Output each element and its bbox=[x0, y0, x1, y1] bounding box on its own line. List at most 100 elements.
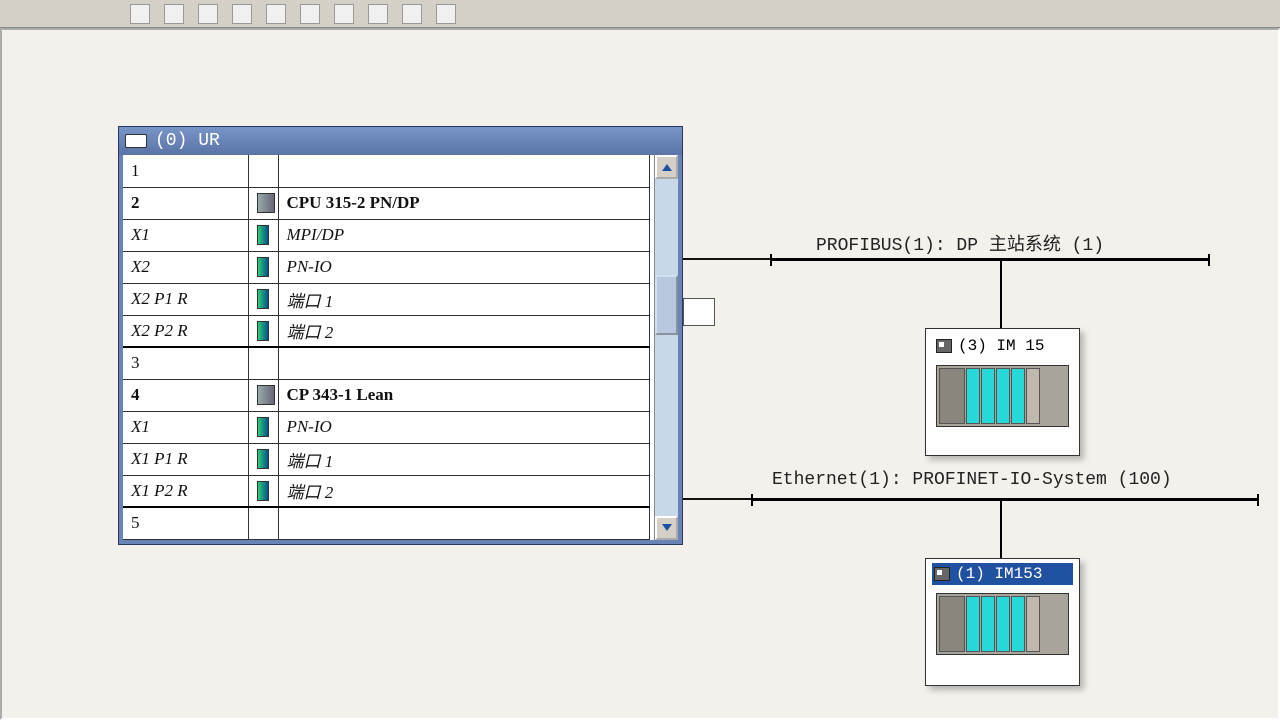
module-name: 端口 2 bbox=[278, 315, 650, 347]
toolbar-icon[interactable] bbox=[130, 4, 150, 24]
module-icon bbox=[257, 449, 269, 469]
chevron-up-icon bbox=[662, 164, 672, 171]
toolbar-icon[interactable] bbox=[198, 4, 218, 24]
device-graphic bbox=[936, 593, 1069, 655]
rack-body: 12CPU 315-2 PN/DPX1MPI/DPX2PN-IOX2 P1 R端… bbox=[119, 155, 682, 544]
module-icon-cell bbox=[248, 443, 278, 475]
module-icon bbox=[257, 225, 269, 245]
toolbar-icon[interactable] bbox=[300, 4, 320, 24]
slot-number: 2 bbox=[123, 187, 248, 219]
rack-row[interactable]: 2 CPU 315-2 PN/DP bbox=[123, 187, 650, 219]
module-name bbox=[278, 347, 650, 379]
module-name: CPU 315-2 PN/DP bbox=[278, 187, 650, 219]
toolbar-icon[interactable] bbox=[266, 4, 286, 24]
rack-row[interactable]: X2 PN-IO bbox=[123, 251, 650, 283]
module-icon-cell bbox=[248, 507, 278, 539]
rack-icon bbox=[125, 134, 147, 148]
toolbar-icon[interactable] bbox=[368, 4, 388, 24]
module-icon bbox=[996, 368, 1010, 424]
slot-number: X2 P1 R bbox=[123, 283, 248, 315]
scroll-up-button[interactable] bbox=[655, 155, 678, 179]
top-toolbar bbox=[0, 0, 1280, 28]
module-icon-cell bbox=[248, 219, 278, 251]
module-icon-cell bbox=[248, 347, 278, 379]
module-icon bbox=[1026, 368, 1040, 424]
rack-table[interactable]: 12CPU 315-2 PN/DPX1MPI/DPX2PN-IOX2 P1 R端… bbox=[123, 155, 650, 540]
module-icon bbox=[1011, 596, 1025, 652]
rack-row[interactable]: X1PN-IO bbox=[123, 411, 650, 443]
module-icon-cell bbox=[248, 379, 278, 411]
module-icon bbox=[257, 193, 275, 213]
device-im153[interactable]: (1) IM153 bbox=[925, 558, 1080, 686]
ethernet-label: Ethernet(1): PROFINET-IO-System (100) bbox=[772, 470, 1172, 490]
slot-number: 4 bbox=[123, 379, 248, 411]
profibus-connector-line bbox=[683, 258, 770, 260]
module-icon bbox=[257, 289, 269, 309]
device-graphic bbox=[936, 365, 1069, 427]
module-icon-cell bbox=[248, 251, 278, 283]
module-icon bbox=[939, 368, 965, 424]
ethernet-drop-line bbox=[1000, 501, 1002, 559]
module-icon bbox=[257, 257, 269, 277]
ethernet-connector-line bbox=[683, 498, 751, 500]
device-title: (3) IM 15 bbox=[936, 337, 1069, 355]
module-icon-cell bbox=[248, 315, 278, 347]
rack-scrollbar[interactable] bbox=[654, 155, 678, 540]
toolbar-icon[interactable] bbox=[402, 4, 422, 24]
module-icon bbox=[257, 481, 269, 501]
rack-titlebar[interactable]: (0) UR bbox=[119, 127, 682, 155]
profibus-drop-line bbox=[1000, 261, 1002, 329]
slot-number: X2 bbox=[123, 251, 248, 283]
module-name bbox=[278, 155, 650, 187]
module-icon-cell bbox=[248, 155, 278, 187]
module-icon bbox=[966, 596, 980, 652]
rack-window[interactable]: (0) UR 12CPU 315-2 PN/DPX1MPI/DPX2PN-IOX… bbox=[118, 126, 683, 545]
rack-row[interactable]: X1 P2 R端口 2 bbox=[123, 475, 650, 507]
module-name: PN-IO bbox=[278, 251, 650, 283]
module-icon bbox=[257, 321, 269, 341]
scroll-thumb[interactable] bbox=[655, 275, 678, 335]
slot-number: 1 bbox=[123, 155, 248, 187]
module-name: 端口 1 bbox=[278, 443, 650, 475]
toolbar-icon[interactable] bbox=[334, 4, 354, 24]
module-icon-cell bbox=[248, 283, 278, 315]
rack-row[interactable]: 3 bbox=[123, 347, 650, 379]
connector-box[interactable] bbox=[683, 298, 715, 326]
slot-number: 3 bbox=[123, 347, 248, 379]
module-icon bbox=[981, 596, 995, 652]
module-icon-cell bbox=[248, 411, 278, 443]
module-icon bbox=[257, 417, 269, 437]
toolbar-icon[interactable] bbox=[232, 4, 252, 24]
module-icon-cell bbox=[248, 475, 278, 507]
hw-config-canvas[interactable]: (0) UR 12CPU 315-2 PN/DPX1MPI/DPX2PN-IOX… bbox=[0, 28, 1280, 720]
slot-number: X1 bbox=[123, 411, 248, 443]
rack-row[interactable]: 1 bbox=[123, 155, 650, 187]
slot-number: X1 P1 R bbox=[123, 443, 248, 475]
module-icon bbox=[257, 385, 275, 405]
rack-row[interactable]: X1 P1 R 端口 1 bbox=[123, 443, 650, 475]
toolbar-icon[interactable] bbox=[164, 4, 184, 24]
module-icon bbox=[939, 596, 965, 652]
device-title: (1) IM153 bbox=[932, 563, 1073, 585]
module-name: 端口 2 bbox=[278, 475, 650, 507]
rack-row[interactable]: X2 P1 R端口 1 bbox=[123, 283, 650, 315]
rack-row[interactable]: X1 MPI/DP bbox=[123, 219, 650, 251]
scroll-down-button[interactable] bbox=[655, 516, 678, 540]
device-label: (1) IM153 bbox=[956, 565, 1042, 583]
profibus-bus-bar[interactable] bbox=[770, 258, 1210, 261]
module-icon bbox=[966, 368, 980, 424]
toolbar-icon[interactable] bbox=[436, 4, 456, 24]
device-im15[interactable]: (3) IM 15 bbox=[925, 328, 1080, 456]
rack-row[interactable]: X2 P2 R端口 2 bbox=[123, 315, 650, 347]
slot-number: X1 bbox=[123, 219, 248, 251]
module-name: MPI/DP bbox=[278, 219, 650, 251]
module-name bbox=[278, 507, 650, 539]
rack-row[interactable]: 4 CP 343-1 Lean bbox=[123, 379, 650, 411]
ethernet-bus-bar[interactable] bbox=[751, 498, 1259, 501]
device-icon bbox=[936, 339, 952, 353]
rack-title: (0) UR bbox=[155, 131, 220, 151]
module-name: CP 343-1 Lean bbox=[278, 379, 650, 411]
rack-row[interactable]: 5 bbox=[123, 507, 650, 539]
module-icon bbox=[996, 596, 1010, 652]
device-icon bbox=[934, 567, 950, 581]
